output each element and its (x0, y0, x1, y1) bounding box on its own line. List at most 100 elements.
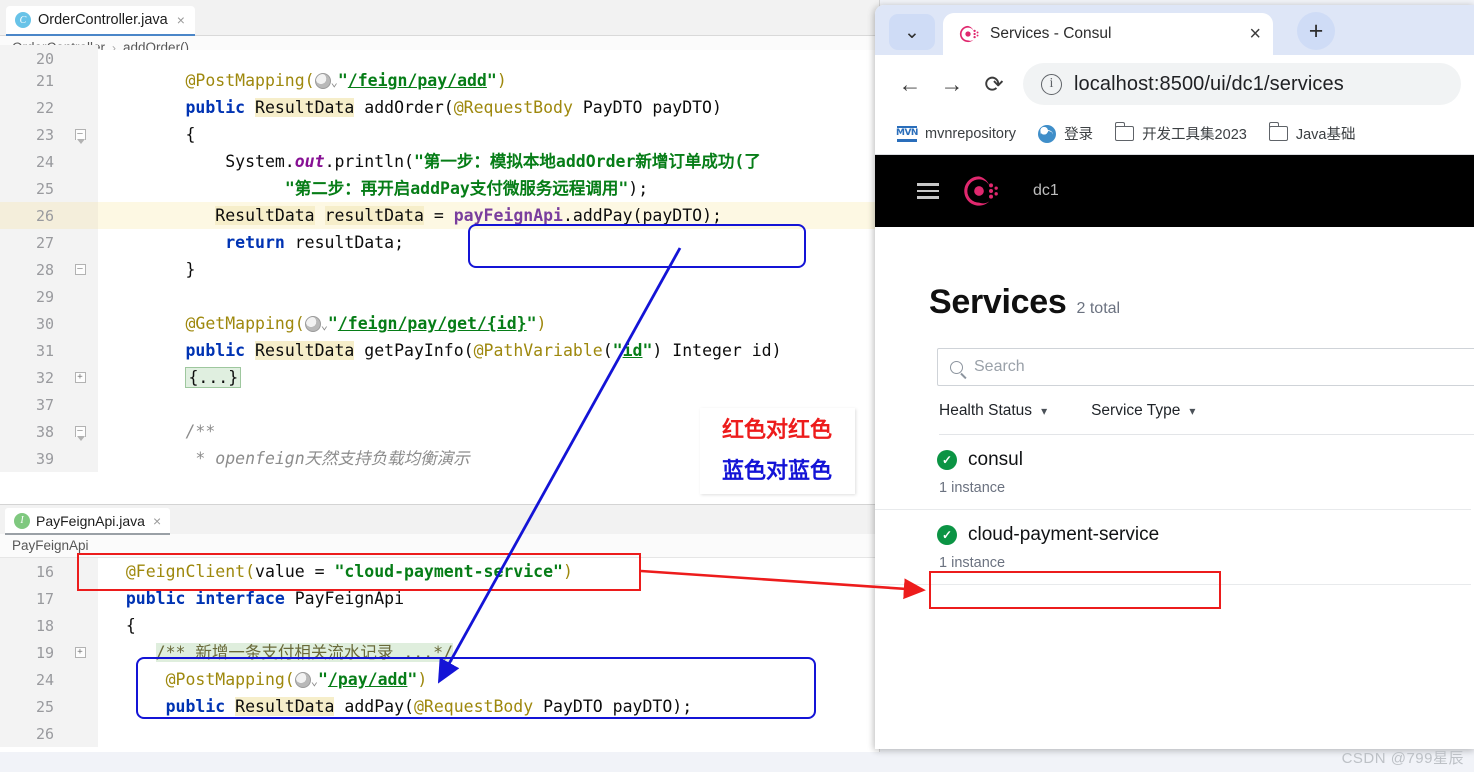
tab-payfeignapi[interactable]: I PayFeignApi.java × (5, 508, 170, 535)
bookmark-java-basics[interactable]: Java基础 (1269, 123, 1356, 144)
bookmark-login[interactable]: 登录 (1038, 123, 1093, 144)
bookmark-devtools-2023[interactable]: 开发工具集2023 (1115, 123, 1247, 144)
filter-health-status[interactable]: Health Status ▾ (939, 402, 1047, 420)
editor-pane-payfeignapi: I PayFeignApi.java × PayFeignApi 16 @Fei… (0, 504, 880, 752)
bookmark-label: 开发工具集2023 (1142, 123, 1247, 144)
code-text (98, 720, 880, 747)
line-number: 22 (0, 94, 62, 121)
close-icon[interactable]: × (153, 513, 161, 529)
code-text: { (98, 121, 879, 148)
annotation-red-label: 红色对红色 (722, 412, 832, 444)
code-line: 31 public ResultData getPayInfo(@PathVar… (0, 337, 879, 364)
new-tab-button[interactable]: + (1297, 12, 1335, 50)
fold-column[interactable]: + (62, 364, 98, 391)
globe-icon (295, 672, 311, 688)
code-line: 17 public interface PayFeignApi (0, 585, 880, 612)
fold-column (62, 558, 98, 585)
code-line: 28 — } (0, 256, 879, 283)
browser-tab-services-consul[interactable]: Services - Consul × (943, 13, 1273, 55)
editor-tabbar: C OrderController.java × (0, 0, 879, 36)
chrome-browser-window: ⌄ Services - Consul × + ← → ⟳ (875, 5, 1474, 749)
globe-icon (1038, 125, 1056, 143)
back-button[interactable]: ← (889, 63, 931, 105)
fold-column[interactable]: – (62, 121, 98, 148)
service-name[interactable]: cloud-payment-service (968, 524, 1159, 546)
fold-column (62, 445, 98, 472)
service-name-line: ✓ cloud-payment-service (937, 524, 1471, 546)
code-line-current: 26 ResultData resultData = payFeignApi.a… (0, 202, 879, 229)
expand-marker-icon[interactable]: + (75, 647, 86, 658)
expand-marker-icon[interactable]: + (75, 372, 86, 383)
bookmark-label: 登录 (1064, 123, 1093, 144)
fold-marker-icon[interactable]: — (75, 264, 86, 275)
reload-button[interactable]: ⟳ (973, 63, 1015, 105)
code-text: return resultData; (98, 229, 879, 256)
filter-service-type[interactable]: Service Type ▾ (1091, 402, 1195, 420)
url-text: localhost:8500/ui/dc1/services (1074, 73, 1344, 96)
datacenter-selector[interactable]: dc1 (1033, 182, 1059, 200)
line-number: 23 (0, 121, 62, 148)
code-text: @FeignClient(value = "cloud-payment-serv… (98, 558, 880, 585)
screenshot-root: C OrderController.java × OrderController… (0, 0, 1474, 772)
code-line: 29 (0, 283, 879, 310)
chevron-down-icon: ⌄ (904, 21, 920, 44)
fold-marker-icon[interactable]: – (75, 129, 86, 140)
tab-order-controller[interactable]: C OrderController.java × (6, 6, 195, 36)
code-text: {...} (98, 364, 879, 391)
annotation-blue-label: 蓝色对蓝色 (722, 453, 832, 485)
browser-tab-title: Services - Consul (990, 25, 1238, 43)
code-line: 23 – { (0, 121, 879, 148)
code-text: public interface PayFeignApi (98, 585, 880, 612)
tab-search-chevron-icon[interactable]: ⌄ (889, 14, 935, 50)
code-line: 18 { (0, 612, 880, 639)
fold-column (62, 666, 98, 693)
code-line: 27 return resultData; (0, 229, 879, 256)
line-number: 26 (0, 720, 62, 747)
close-icon[interactable]: × (1249, 23, 1261, 46)
fold-column (62, 229, 98, 256)
fold-column (62, 693, 98, 720)
page-title-row: Services 2 total (875, 227, 1471, 322)
code-text: System.out.println("第一步：模拟本地addOrder新增订单… (98, 148, 879, 175)
fold-column[interactable]: + (62, 639, 98, 666)
line-number: 31 (0, 337, 62, 364)
code-text: @PostMapping(⌄"/feign/pay/add") (98, 67, 879, 94)
consul-logo-icon[interactable] (959, 171, 999, 211)
address-bar[interactable]: i localhost:8500/ui/dc1/services (1023, 63, 1461, 105)
code-text: @GetMapping(⌄"/feign/pay/get/{id}") (98, 310, 879, 337)
fold-column (62, 391, 98, 418)
site-info-icon[interactable]: i (1041, 74, 1062, 95)
code-text: /** 新增一条支付相关流水记录 ...*/ (98, 639, 880, 666)
forward-button[interactable]: → (931, 63, 973, 105)
hamburger-icon[interactable] (917, 179, 939, 203)
service-row-consul[interactable]: ✓ consul 1 instance (875, 435, 1471, 510)
globe-icon (305, 316, 321, 332)
class-icon: C (15, 12, 31, 28)
fold-column (62, 283, 98, 310)
code-line: 21 @PostMapping(⌄"/feign/pay/add") (0, 67, 879, 94)
fold-column[interactable]: — (62, 256, 98, 283)
fold-column (62, 94, 98, 121)
line-number: 24 (0, 148, 62, 175)
code-line: 20 (0, 50, 879, 67)
line-number: 37 (0, 391, 62, 418)
service-name[interactable]: consul (968, 449, 1023, 471)
code-text: public ResultData addOrder(@RequestBody … (98, 94, 879, 121)
tab-label: OrderController.java (38, 12, 168, 28)
bookmark-mvnrepository[interactable]: MVN mvnrepository (897, 126, 1016, 142)
code-line: 16 @FeignClient(value = "cloud-payment-s… (0, 558, 880, 585)
fold-column[interactable]: – (62, 418, 98, 445)
chevron-down-icon: ▾ (1189, 404, 1195, 418)
folder-icon (1115, 126, 1134, 141)
code-text: } (98, 256, 879, 283)
close-icon[interactable]: × (177, 12, 185, 28)
status-passing-icon: ✓ (937, 525, 957, 545)
code-area-payfeignapi[interactable]: 16 @FeignClient(value = "cloud-payment-s… (0, 558, 880, 747)
breadcrumb-class[interactable]: PayFeignApi (12, 538, 89, 553)
service-row-cloud-payment-service[interactable]: ✓ cloud-payment-service 1 instance (875, 510, 1471, 585)
line-number: 29 (0, 283, 62, 310)
fold-marker-icon[interactable]: – (75, 426, 86, 437)
fold-column (62, 175, 98, 202)
search-input[interactable]: Search (937, 348, 1474, 386)
chevron-down-icon: ▾ (1041, 404, 1047, 418)
